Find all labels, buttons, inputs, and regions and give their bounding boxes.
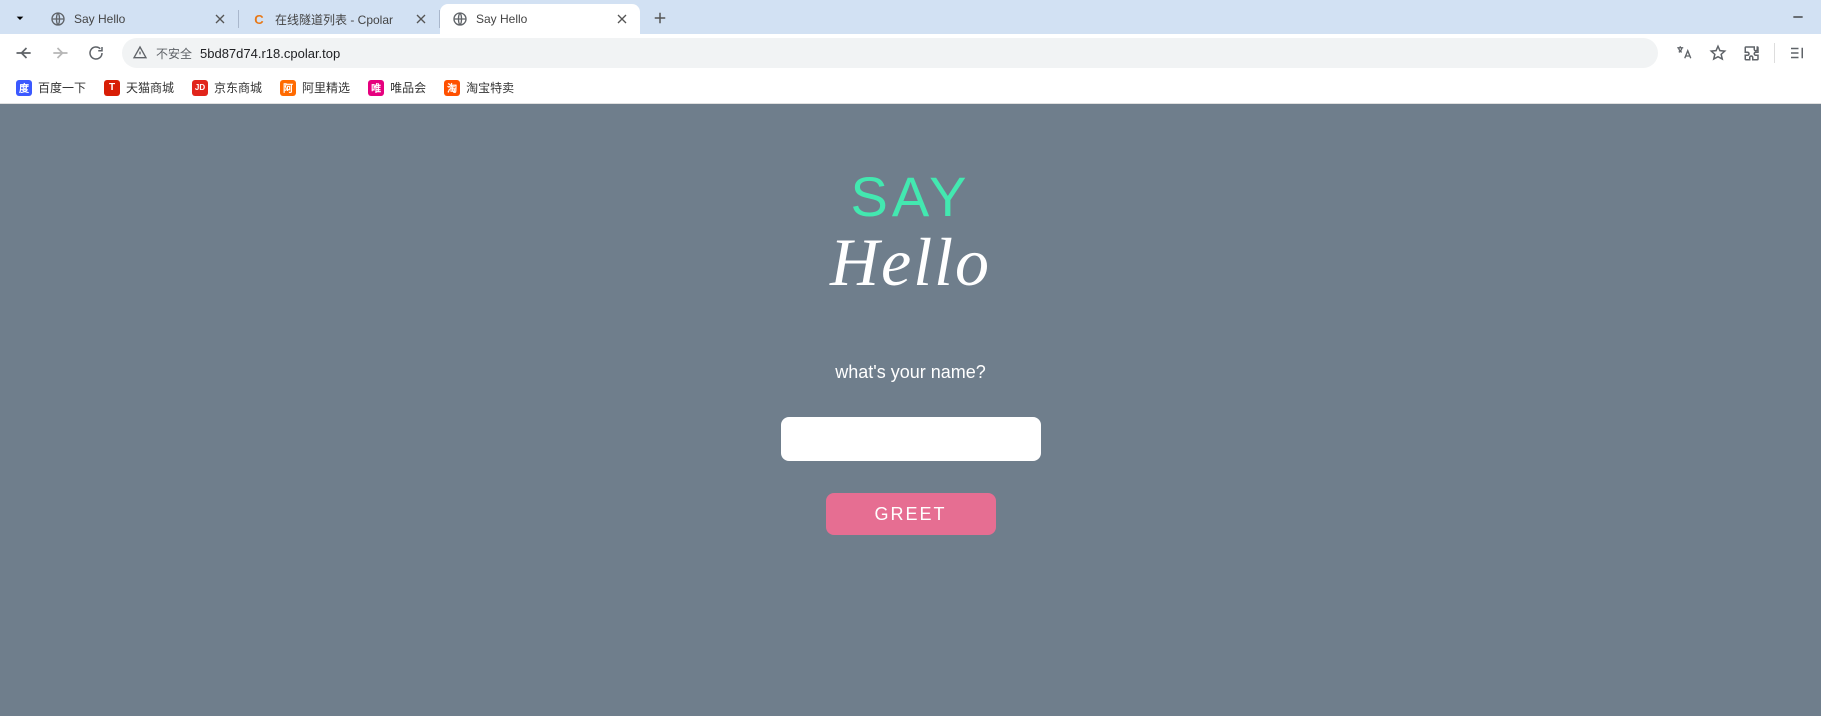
tab-3-active[interactable]: Say Hello [440, 4, 640, 34]
toolbar: 不安全 5bd87d74.r18.cpolar.top [0, 34, 1821, 72]
window-controls [1775, 0, 1821, 34]
plus-icon [651, 9, 669, 27]
security-label: 不安全 [156, 45, 192, 62]
back-button[interactable] [8, 37, 40, 69]
tab-1[interactable]: Say Hello [38, 4, 238, 34]
tab-close-button[interactable] [212, 11, 228, 27]
minimize-button[interactable] [1775, 0, 1821, 34]
jd-icon: JD [192, 80, 208, 96]
new-tab-button[interactable] [646, 4, 674, 32]
tab-title: 在线隧道列表 - Cpolar [275, 11, 407, 28]
bookmark-ali[interactable]: 阿 阿里精选 [272, 75, 358, 101]
extensions-button[interactable] [1736, 37, 1768, 69]
not-secure-icon [132, 45, 148, 61]
chevron-down-icon [12, 10, 28, 26]
minimize-icon [1790, 9, 1806, 25]
cpolar-favicon: C [251, 11, 267, 27]
bookmark-tmall[interactable]: T 天猫商城 [96, 75, 182, 101]
page-content: SAY Hello what's your name? GREET [0, 104, 1821, 716]
bookmark-label: 阿里精选 [302, 79, 350, 96]
tab-strip: Say Hello C 在线隧道列表 - Cpolar Say Hello [0, 0, 1821, 34]
translate-button[interactable] [1668, 37, 1700, 69]
star-icon [1709, 44, 1727, 62]
puzzle-icon [1743, 44, 1761, 62]
forward-button[interactable] [44, 37, 76, 69]
heading-hello: Hello [830, 223, 991, 302]
bookmark-baidu[interactable]: 度 百度一下 [8, 75, 94, 101]
reading-list-button[interactable] [1781, 37, 1813, 69]
tab-close-button[interactable] [614, 11, 630, 27]
bookmark-star-button[interactable] [1702, 37, 1734, 69]
toolbar-separator [1774, 43, 1775, 63]
heading-say: SAY [851, 164, 971, 229]
globe-icon [452, 11, 468, 27]
bookmark-label: 京东商城 [214, 79, 262, 96]
tab-2[interactable]: C 在线隧道列表 - Cpolar [239, 4, 439, 34]
reload-button[interactable] [80, 37, 112, 69]
close-icon [614, 11, 630, 27]
name-prompt: what's your name? [835, 362, 986, 383]
bookmark-vip[interactable]: 唯 唯品会 [360, 75, 434, 101]
globe-icon [50, 11, 66, 27]
bookmark-jd[interactable]: JD 京东商城 [184, 75, 270, 101]
vipshop-icon: 唯 [368, 80, 384, 96]
bookmark-label: 淘宝特卖 [466, 79, 514, 96]
close-icon [413, 11, 429, 27]
tab-title: Say Hello [74, 12, 206, 26]
arrow-left-icon [14, 43, 34, 63]
translate-icon [1675, 44, 1693, 62]
ali-icon: 阿 [280, 80, 296, 96]
bookmarks-bar: 度 百度一下 T 天猫商城 JD 京东商城 阿 阿里精选 唯 唯品会 淘 淘宝特… [0, 72, 1821, 104]
tab-title: Say Hello [476, 12, 608, 26]
taobao-icon: 淘 [444, 80, 460, 96]
bookmark-label: 唯品会 [390, 79, 426, 96]
bookmark-taobao[interactable]: 淘 淘宝特卖 [436, 75, 522, 101]
reload-icon [87, 44, 105, 62]
tmall-icon: T [104, 80, 120, 96]
tab-close-button[interactable] [413, 11, 429, 27]
name-input[interactable] [781, 417, 1041, 461]
tab-search-dropdown[interactable] [8, 6, 32, 30]
arrow-right-icon [50, 43, 70, 63]
bookmark-label: 天猫商城 [126, 79, 174, 96]
greet-button[interactable]: GREET [826, 493, 996, 535]
bookmark-label: 百度一下 [38, 79, 86, 96]
sidepanel-icon [1788, 44, 1806, 62]
address-bar[interactable]: 不安全 5bd87d74.r18.cpolar.top [122, 38, 1658, 68]
close-icon [212, 11, 228, 27]
baidu-icon: 度 [16, 80, 32, 96]
url-text: 5bd87d74.r18.cpolar.top [200, 46, 340, 61]
